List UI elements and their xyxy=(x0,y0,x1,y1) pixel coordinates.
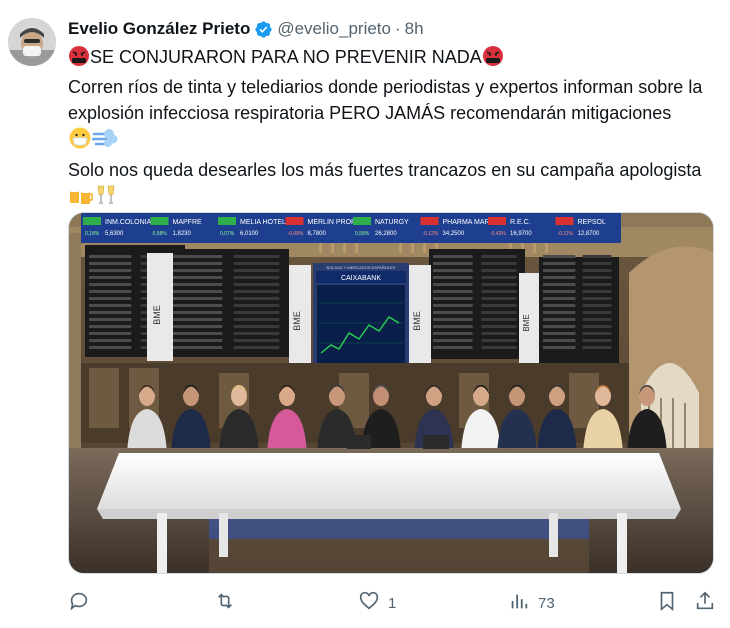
ticker-value: 5,6300 xyxy=(105,231,124,237)
ticker-label: NATURGY xyxy=(375,219,409,226)
quote-board: CAIXABANK BOLSAS Y MERCADOS ESPAÑOLES xyxy=(313,263,409,373)
ticker-change: -0,68% xyxy=(288,231,304,237)
ticker-label: REPSOL xyxy=(578,219,607,226)
bme-logo-right: BME xyxy=(412,311,422,331)
retweet-icon xyxy=(214,590,236,616)
tweet-line-3: Solo nos queda desearles los más fuertes… xyxy=(68,160,702,180)
tweet[interactable]: Evelio González Prieto @evelio_prieto · … xyxy=(0,0,730,628)
share-icon xyxy=(694,590,716,616)
ticker-change: 0,18% xyxy=(85,231,100,237)
bookmark-icon xyxy=(656,590,678,616)
ticker-label: PHARMA MAR xyxy=(443,219,490,226)
bookmark-button[interactable] xyxy=(656,590,678,616)
views-button[interactable]: 73 xyxy=(508,590,555,616)
ticker-change: 0,07% xyxy=(220,231,235,237)
tweet-action-bar: 1 73 xyxy=(68,590,718,620)
reply-button[interactable] xyxy=(68,590,98,616)
ticker-change: -0,11% xyxy=(558,231,574,237)
tweet-media-image[interactable]: INM.COLONIAL 5,6300 0,18% MAPFRE 1,8230 0,58%… xyxy=(68,212,714,574)
author-name[interactable]: Evelio González Prieto xyxy=(68,19,250,39)
tweet-line-2: Corren ríos de tinta y telediarios donde… xyxy=(68,77,703,123)
ticker-label: MELIA HOTELS xyxy=(240,219,291,226)
ticker-value: 6,0100 xyxy=(240,231,259,237)
like-count: 1 xyxy=(388,594,397,612)
author-handle[interactable]: @evelio_prieto xyxy=(277,19,391,39)
bank-label: CAIXABANK xyxy=(341,275,381,282)
ticker-change: 0,58% xyxy=(153,231,168,237)
dash-wind-icon xyxy=(90,126,118,157)
ticker-value: 16,9700 xyxy=(510,231,532,237)
share-button[interactable] xyxy=(694,590,716,616)
ticker-label: MERLIN PROP. xyxy=(308,219,357,226)
ticker-value: 1,8230 xyxy=(173,231,192,237)
views-chart-icon xyxy=(508,590,530,616)
ticker-value: 12,8700 xyxy=(578,231,600,237)
ticker-label: MAPFRE xyxy=(173,219,203,226)
like-button[interactable]: 1 xyxy=(358,590,396,616)
avatar[interactable] xyxy=(8,18,56,66)
board-label: BOLSAS Y MERCADOS ESPAÑOLES xyxy=(327,265,396,270)
beer-mugs-icon xyxy=(68,183,94,214)
ticker-value: 34,2500 xyxy=(443,231,465,237)
bme-logo-far: BME xyxy=(522,314,531,331)
retweet-button[interactable] xyxy=(214,590,244,616)
ticker-value: 26,2800 xyxy=(375,231,397,237)
mask-face-icon xyxy=(68,126,92,157)
heart-icon xyxy=(358,590,380,616)
media-scene: INM.COLONIAL 5,6300 0,18% MAPFRE 1,8230 0,58%… xyxy=(69,213,713,573)
timestamp[interactable]: 8h xyxy=(405,19,424,39)
ticker-label: INM.COLONIAL xyxy=(105,219,155,226)
ticker-change: -0,43% xyxy=(490,231,506,237)
ticker-change: -0,12% xyxy=(423,231,439,237)
separator-dot: · xyxy=(394,19,401,38)
bme-logo-left: BME xyxy=(152,305,162,325)
angry-face-icon xyxy=(482,45,504,74)
tweet-line-1: SE CONJURARON PARA NO PREVENIR NADA xyxy=(90,47,482,67)
tweet-text: SE CONJURARON PARA NO PREVENIR NADA Corr… xyxy=(68,44,718,214)
angry-face-icon xyxy=(68,45,90,74)
ticker-label: R.E.C. xyxy=(510,219,531,226)
ticker-change: 0,58% xyxy=(355,231,370,237)
bme-logo-mid: BME xyxy=(292,311,302,331)
clinking-glasses-icon xyxy=(94,183,118,214)
verified-badge-icon xyxy=(254,20,273,39)
tweet-header: Evelio González Prieto @evelio_prieto · … xyxy=(68,19,424,39)
views-count: 73 xyxy=(538,594,555,612)
ticker-value: 8,7800 xyxy=(308,231,327,237)
reply-icon xyxy=(68,590,90,616)
